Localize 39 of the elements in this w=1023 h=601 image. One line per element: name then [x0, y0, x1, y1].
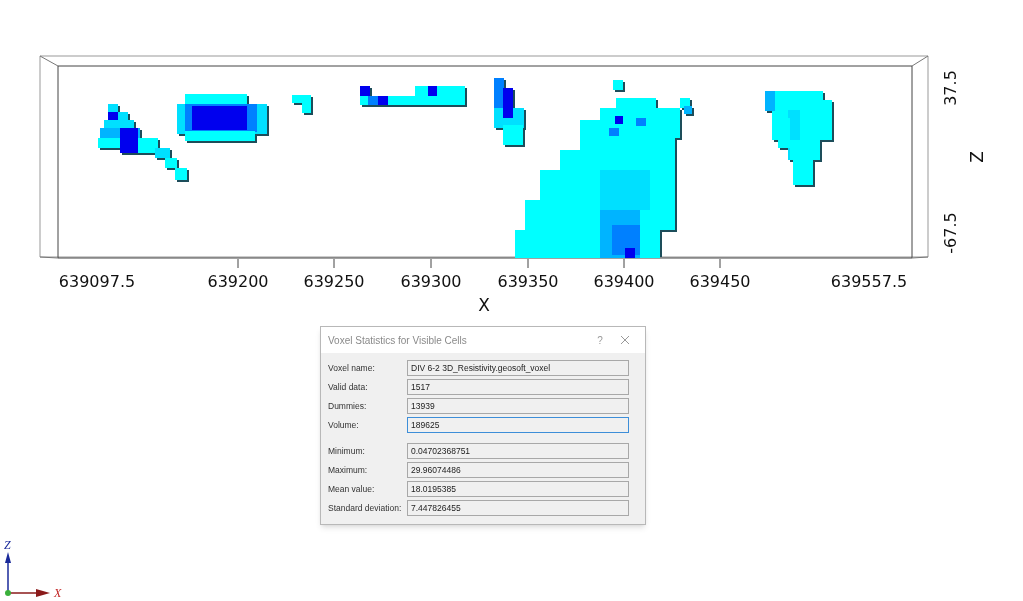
tick-label: -67.5 [941, 212, 960, 254]
tick-label: 639250 [303, 272, 365, 291]
tick-label: 37.5 [941, 70, 960, 106]
value-field[interactable]: 1517 [407, 379, 629, 395]
field-label: Voxel name: [328, 361, 376, 375]
field-label: Maximum: [328, 463, 369, 477]
tick-label: 639200 [207, 272, 269, 291]
value-field[interactable]: 18.0195385 [407, 481, 629, 497]
window-title: Voxel Statistics for Visible Cells [328, 333, 468, 348]
close-icon[interactable] [620, 335, 630, 345]
tick-label: 639300 [400, 272, 462, 291]
field-label: Standard deviation: [328, 501, 403, 515]
tick-mark [333, 258, 335, 269]
value-field[interactable]: 7.447826455 [407, 500, 629, 516]
tick-mark [623, 258, 625, 269]
tick-mark [430, 258, 432, 269]
axis-label: X [54, 586, 62, 600]
field-label: Volume: [328, 418, 360, 432]
tick-mark [237, 258, 239, 269]
axis-title: X [478, 295, 490, 315]
value-field[interactable]: DIV 6-2 3D_Resistivity.geosoft_voxel [407, 360, 629, 376]
tick-mark [527, 258, 529, 269]
value-field[interactable]: 189625 [407, 417, 629, 433]
value-field[interactable]: 29.96074486 [407, 462, 629, 478]
field-label: Mean value: [328, 482, 376, 496]
tick-label: 639557.5 [830, 272, 908, 291]
origin-dot [5, 590, 11, 596]
field-label: Dummies: [328, 399, 368, 413]
value-field[interactable]: 0.04702368751 [407, 443, 629, 459]
field-label: Valid data: [328, 380, 369, 394]
tick-label: 639350 [497, 272, 559, 291]
tick-label: 639450 [689, 272, 751, 291]
tick-mark [719, 258, 721, 269]
axis-title: Z [967, 151, 987, 163]
axis-label: Z [4, 538, 11, 552]
tick-label: 639400 [593, 272, 655, 291]
tick-label: 639097.5 [58, 272, 136, 291]
value-field[interactable]: 13939 [407, 398, 629, 414]
field-label: Minimum: [328, 444, 366, 458]
